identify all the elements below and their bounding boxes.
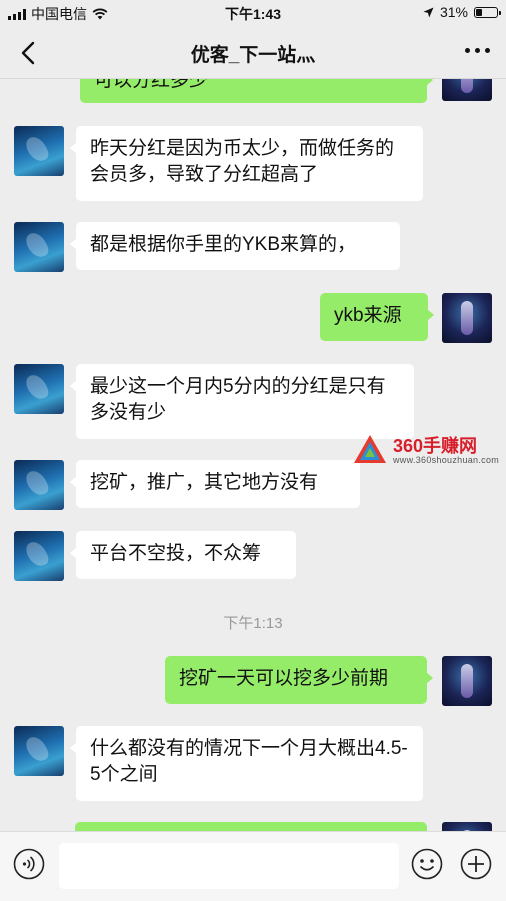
status-bar: 中国电信 下午1:43 31%	[0, 0, 506, 26]
my-avatar[interactable]	[442, 822, 492, 831]
chat-header: 优客_下一站灬	[0, 26, 506, 79]
message-bubble[interactable]: 平台不空投，不众筹	[70, 531, 296, 579]
contact-avatar[interactable]	[14, 726, 64, 776]
watermark-url: www.360shouzhuan.com	[393, 455, 500, 465]
message-bubble[interactable]: ykb来源	[320, 293, 434, 341]
message-bubble[interactable]: 可以分红多少	[80, 79, 433, 103]
chat-title: 优客_下一站灬	[190, 45, 316, 66]
voice-input-icon[interactable]	[13, 848, 45, 880]
message-bubble[interactable]: 挖矿，推广，其它地方没有	[70, 460, 360, 508]
battery-level-fill	[476, 8, 482, 16]
my-avatar[interactable]	[442, 293, 492, 343]
watermark-logo-icon	[354, 435, 386, 463]
my-avatar[interactable]	[442, 656, 492, 706]
battery-icon	[474, 6, 501, 18]
message-input[interactable]	[59, 843, 399, 889]
contact-avatar[interactable]	[14, 460, 64, 510]
message-bubble[interactable]: 昨天分红是因为币太少，而做任务的会员多，导致了分红超高了	[70, 126, 423, 201]
battery-percent: 31%	[439, 4, 468, 20]
message-bubble[interactable]: 最少这一个月内5分内的分红是只有多没有少	[70, 364, 414, 439]
message-timestamp: 下午1:13	[223, 615, 283, 632]
contact-avatar[interactable]	[14, 364, 64, 414]
watermark: 360手赚网 www.360shouzhuan.com	[353, 432, 503, 468]
contact-avatar[interactable]	[14, 222, 64, 272]
contact-avatar[interactable]	[14, 531, 64, 581]
location-arrow-icon	[423, 7, 434, 17]
more-options-icon[interactable]	[465, 48, 490, 53]
message-bubble-partial[interactable]	[75, 822, 427, 831]
message-bubble[interactable]: 什么都没有的情况下一个月大概出4.5-5个之间	[70, 726, 423, 801]
contact-avatar[interactable]	[14, 126, 64, 176]
input-bar	[0, 831, 506, 901]
message-bubble[interactable]: 都是根据你手里的YKB来算的，	[70, 222, 400, 270]
message-bubble[interactable]: 挖矿一天可以挖多少前期	[165, 656, 433, 704]
plus-icon[interactable]	[460, 848, 492, 880]
emoji-icon[interactable]	[411, 848, 443, 880]
my-avatar[interactable]	[442, 79, 492, 101]
